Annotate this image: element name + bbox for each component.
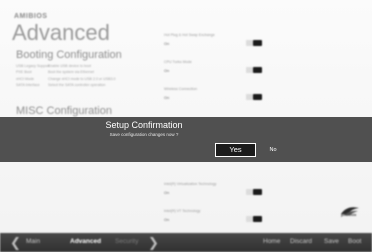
- page-title: Advanced: [12, 20, 110, 45]
- brand-label: AMIBIOS: [14, 13, 48, 20]
- toggle-knob: [253, 67, 262, 73]
- setting-value: On: [164, 191, 170, 195]
- toggle-knob: [253, 40, 262, 46]
- nav-item-advanced[interactable]: Advanced: [70, 238, 101, 245]
- yes-button[interactable]: Yes: [215, 143, 256, 157]
- setting-name: Intel(R) VT Technology: [164, 209, 201, 213]
- setting-virtualization[interactable]: Intel(R) Virtualization Technology On: [164, 182, 262, 200]
- dialog-title: Setup Confirmation: [105, 120, 183, 130]
- section-title-misc: MISC Configuration: [16, 105, 112, 117]
- chevron-left-icon[interactable]: ❮: [10, 235, 21, 251]
- toggle-knob: [253, 94, 262, 100]
- setting-name: Intel(R) Virtualization Technology: [164, 182, 217, 186]
- setting-value: On: [164, 69, 170, 73]
- bios-setup-screen: AMIBIOS Advanced Booting Configuration U…: [0, 0, 372, 252]
- booting-row: SATA Interface Select the SATA controlle…: [16, 82, 116, 88]
- booting-row-key: SATA Interface: [16, 83, 40, 88]
- setting-cpu-turbo[interactable]: CPU Turbo Mode On: [164, 60, 262, 78]
- section-title-booting: Booting Configuration: [16, 49, 122, 61]
- booting-description-list: USB Legacy Support Enable USB device to …: [16, 63, 116, 89]
- setting-toggle[interactable]: [246, 216, 262, 222]
- setting-toggle[interactable]: [246, 67, 262, 73]
- setting-toggle[interactable]: [246, 94, 262, 100]
- setting-toggle[interactable]: [246, 189, 262, 195]
- toggle-knob: [253, 216, 262, 222]
- dialog-message: Save configuration changes now ?: [109, 132, 179, 137]
- save-button[interactable]: Save: [324, 238, 339, 245]
- toggle-knob: [253, 189, 262, 195]
- home-button[interactable]: Home: [263, 238, 280, 245]
- setting-hot-plug[interactable]: Hot Plug & Hot Swap Exchange On: [164, 33, 262, 51]
- boot-button[interactable]: Boot: [348, 238, 361, 245]
- no-button[interactable]: No: [262, 144, 284, 156]
- setting-name: Wireless Connection: [164, 87, 197, 91]
- chevron-right-icon[interactable]: ❯: [148, 235, 159, 251]
- setting-value: On: [164, 96, 170, 100]
- nav-item-security[interactable]: Security: [115, 238, 138, 245]
- discard-button[interactable]: Discard: [290, 238, 312, 245]
- setting-vt[interactable]: Intel(R) VT Technology On: [164, 209, 262, 227]
- booting-row-value: Select the SATA controller operation: [48, 83, 106, 88]
- setting-value: On: [164, 42, 170, 46]
- setting-value: On: [164, 218, 170, 222]
- setting-name: CPU Turbo Mode: [164, 60, 192, 64]
- setting-toggle[interactable]: [246, 40, 262, 46]
- bottom-navigation-bar: ❮ Main Advanced Security ❯ Home Discard …: [0, 233, 372, 252]
- setting-name: Hot Plug & Hot Swap Exchange: [164, 33, 215, 37]
- setting-wireless[interactable]: Wireless Connection On: [164, 87, 262, 105]
- nav-item-main[interactable]: Main: [26, 238, 40, 245]
- setup-confirmation-dialog: Setup Confirmation Save configuration ch…: [0, 117, 372, 162]
- logo-text: phoenix: [341, 212, 357, 217]
